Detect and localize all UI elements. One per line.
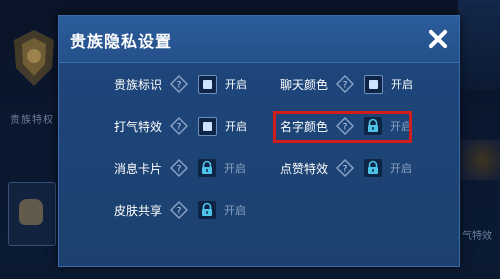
setting-label: 贵族标识 <box>113 77 162 92</box>
setting-row: 聊天颜色? 开启 <box>276 73 413 95</box>
background-right-panel <box>458 0 500 90</box>
setting-row: 点赞特效? 开启 <box>276 157 412 179</box>
setting-state-label: 开启 <box>390 162 412 175</box>
background-right-image <box>456 140 500 180</box>
dialog-header: 贵族隐私设置 <box>59 16 459 63</box>
setting-state-label: 开启 <box>225 78 247 91</box>
help-icon[interactable]: ? <box>170 117 188 135</box>
svg-text:?: ? <box>177 165 182 175</box>
noble-emblem-icon <box>14 30 54 86</box>
help-icon[interactable]: ? <box>336 159 354 177</box>
setting-label: 聊天颜色 <box>279 77 328 92</box>
setting-label: 皮肤共享 <box>113 203 162 218</box>
close-button[interactable] <box>425 26 451 52</box>
lock-icon <box>198 159 216 177</box>
help-icon[interactable]: ? <box>170 159 188 177</box>
setting-label: 消息卡片 <box>113 161 162 176</box>
setting-checkbox[interactable] <box>198 116 217 136</box>
setting-state-label: 开启 <box>224 162 246 175</box>
setting-row: 消息卡片? 开启 <box>110 157 246 179</box>
svg-text:?: ? <box>177 81 182 91</box>
lock-icon <box>364 159 382 177</box>
setting-row: 打气特效? 开启 <box>110 115 247 137</box>
svg-text:?: ? <box>343 81 348 91</box>
help-icon[interactable]: ? <box>170 201 188 219</box>
setting-checkbox[interactable] <box>364 74 383 94</box>
setting-row: 皮肤共享? 开启 <box>110 199 246 221</box>
setting-label: 点赞特效 <box>279 161 328 176</box>
setting-state-label: 开启 <box>224 204 246 217</box>
background-card <box>8 182 56 246</box>
setting-checkbox[interactable] <box>198 74 217 94</box>
svg-text:?: ? <box>343 165 348 175</box>
help-icon[interactable]: ? <box>336 75 354 93</box>
background-left-label: 贵族特权 <box>10 115 54 126</box>
setting-state-label: 开启 <box>225 120 247 133</box>
background-right-label: 气特效 <box>462 231 492 242</box>
help-icon[interactable]: ? <box>170 75 188 93</box>
setting-label: 打气特效 <box>113 119 162 134</box>
dialog-title: 贵族隐私设置 <box>70 32 173 51</box>
fist-icon <box>19 199 43 225</box>
svg-text:?: ? <box>177 207 182 217</box>
setting-row: 贵族标识? 开启 <box>110 73 247 95</box>
svg-text:?: ? <box>177 123 182 133</box>
setting-state-label: 开启 <box>391 78 413 91</box>
highlight-annotation <box>273 111 412 143</box>
lock-icon <box>198 201 216 219</box>
